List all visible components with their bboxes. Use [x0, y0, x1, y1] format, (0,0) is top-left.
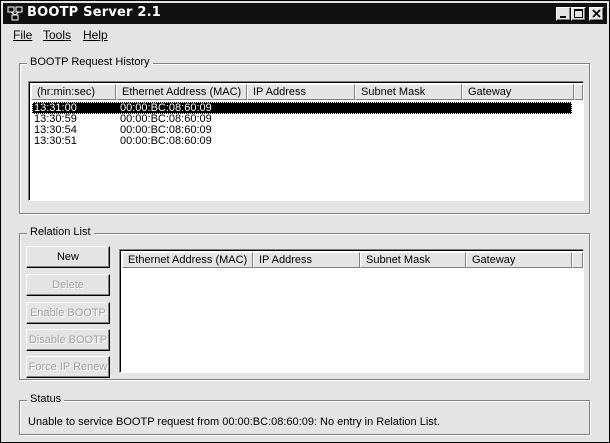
column-mac[interactable]: Ethernet Address (MAC): [116, 84, 247, 100]
column-filler: [574, 84, 583, 100]
request-history-label: BOOTP Request History: [27, 56, 153, 68]
minimize-button[interactable]: [556, 7, 571, 21]
menu-tools[interactable]: Tools: [43, 28, 71, 42]
relation-list-label: Relation List: [27, 226, 94, 238]
relation-column-subnet[interactable]: Subnet Mask: [360, 252, 466, 268]
window-title: BOOTP Server 2.1: [27, 5, 161, 20]
new-button[interactable]: New: [26, 246, 110, 268]
bootp-server-window: BOOTP Server 2.1 File Tools Help BOOTP R…: [0, 0, 610, 443]
title-bar[interactable]: BOOTP Server 2.1: [3, 3, 607, 24]
relation-column-ip[interactable]: IP Address: [253, 252, 360, 268]
column-ip[interactable]: IP Address: [247, 84, 355, 100]
menu-bar: File Tools Help: [3, 26, 607, 44]
relation-column-gateway[interactable]: Gateway: [466, 252, 572, 268]
request-history-header: (hr:min:sec) Ethernet Address (MAC) IP A…: [31, 84, 583, 100]
menu-file-label: File: [13, 28, 33, 42]
column-subnet[interactable]: Subnet Mask: [355, 84, 462, 100]
close-icon: [592, 9, 601, 18]
relation-column-filler: [572, 252, 583, 268]
menu-help[interactable]: Help: [83, 28, 108, 42]
maximize-button[interactable]: [571, 7, 586, 21]
request-history-list[interactable]: (hr:min:sec) Ethernet Address (MAC) IP A…: [28, 81, 584, 201]
status-message: Unable to service BOOTP request from 00:…: [28, 416, 440, 428]
delete-button[interactable]: Delete: [26, 274, 110, 296]
history-row[interactable]: 13:30:51 00:00:BC:08:60:09: [32, 135, 232, 147]
relation-list-header: Ethernet Address (MAC) IP Address Subnet…: [122, 252, 583, 268]
history-mac-cell: 00:00:BC:08:60:09: [120, 135, 212, 147]
menu-help-label: Help: [83, 28, 108, 42]
history-time-cell: 13:30:51: [34, 135, 77, 147]
relation-column-mac[interactable]: Ethernet Address (MAC): [122, 252, 253, 268]
maximize-icon: [574, 9, 583, 18]
column-time[interactable]: (hr:min:sec): [31, 84, 116, 100]
disable-bootp-button[interactable]: Disable BOOTP: [26, 329, 110, 351]
force-ip-renew-button[interactable]: Force IP Renew: [26, 356, 110, 378]
menu-tools-label: Tools: [43, 28, 72, 42]
network-icon[interactable]: [7, 6, 23, 21]
menu-file[interactable]: File: [13, 28, 32, 42]
minimize-icon: [560, 16, 566, 18]
status-label: Status: [27, 393, 65, 405]
relation-list[interactable]: Ethernet Address (MAC) IP Address Subnet…: [119, 249, 584, 373]
column-gateway[interactable]: Gateway: [462, 84, 574, 100]
enable-bootp-button[interactable]: Enable BOOTP: [26, 302, 110, 324]
close-button[interactable]: [589, 7, 604, 21]
